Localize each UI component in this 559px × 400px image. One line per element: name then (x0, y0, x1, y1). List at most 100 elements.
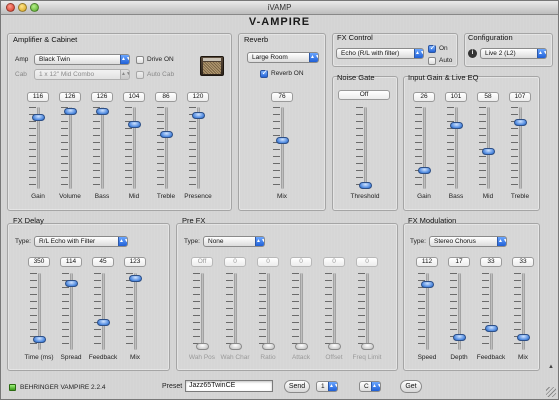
fader-knob[interactable] (421, 281, 434, 289)
scroll-up-icon[interactable]: ▲ (548, 364, 554, 370)
fx-on-checkbox[interactable] (428, 43, 436, 53)
value-box[interactable]: 104 (123, 92, 145, 102)
fader-knob[interactable] (262, 343, 275, 350)
fader-track[interactable] (201, 273, 204, 350)
value-box[interactable]: 350 (28, 257, 50, 267)
auto-cab-checkbox[interactable] (136, 71, 144, 79)
fader-knob[interactable] (196, 343, 209, 350)
fx-modulation-type-select[interactable]: Stereo Chorus ▲▼ (429, 236, 507, 247)
value-box[interactable]: 45 (92, 257, 114, 267)
value-box[interactable]: 126 (59, 92, 81, 102)
value-box[interactable]: 0 (323, 257, 345, 267)
resize-grip-icon[interactable] (546, 387, 556, 397)
value-box[interactable]: 112 (416, 257, 438, 267)
preset-name-field[interactable]: Jazz65TwinCE (185, 380, 273, 392)
fader-track[interactable] (197, 107, 200, 189)
noise-gate-value[interactable]: Off (338, 90, 390, 100)
fader-knob[interactable] (192, 111, 205, 119)
fader-knob[interactable] (359, 182, 372, 189)
fader-knob[interactable] (64, 107, 77, 115)
info-icon[interactable]: i (468, 49, 477, 58)
fader-track[interactable] (165, 107, 168, 189)
fader-track[interactable] (455, 107, 458, 189)
fader-knob[interactable] (97, 318, 110, 326)
value-box[interactable]: 33 (512, 257, 534, 267)
reverb-on-checkbox[interactable] (260, 68, 268, 78)
drive-on-checkbox[interactable] (136, 56, 144, 64)
value-box[interactable]: 114 (60, 257, 82, 267)
fader-knob[interactable] (482, 147, 495, 155)
fader-knob[interactable] (160, 131, 173, 138)
fader-label: Freq Limit (352, 354, 382, 361)
fader-knob[interactable] (361, 343, 374, 350)
fader-knob[interactable] (276, 137, 289, 144)
fader-knob[interactable] (450, 122, 463, 129)
fader-knob[interactable] (33, 336, 46, 343)
value-box[interactable]: 76 (271, 92, 293, 102)
device-label: BEHRINGER VAMPIRE 2.2.4 (20, 384, 106, 391)
pre-fx-title: Pre FX (182, 216, 206, 225)
value-box[interactable]: 116 (27, 92, 49, 102)
reverb-type-value: Large Room (252, 54, 288, 61)
value-box[interactable]: 17 (448, 257, 470, 267)
fader-knob[interactable] (328, 343, 341, 350)
value-box[interactable]: 0 (257, 257, 279, 267)
fader-knob[interactable] (517, 333, 530, 341)
value-box[interactable]: 26 (413, 92, 435, 102)
fader-track[interactable] (333, 273, 336, 350)
reverb-type-select[interactable]: Large Room ▲▼ (247, 52, 319, 63)
fader-knob[interactable] (129, 275, 142, 283)
fx-auto-checkbox[interactable] (428, 57, 436, 65)
fader-track[interactable] (281, 107, 284, 189)
fader-knob[interactable] (514, 119, 527, 126)
fader-knob[interactable] (128, 120, 141, 128)
value-box[interactable]: 123 (124, 257, 146, 267)
value-box[interactable]: 58 (477, 92, 499, 102)
chevron-updown-icon: ▲▼ (328, 382, 337, 391)
fader-track[interactable] (102, 273, 105, 350)
fader-track[interactable] (134, 273, 137, 350)
slot-select[interactable]: C ▲▼ (359, 381, 381, 392)
value-box[interactable]: 0 (224, 257, 246, 267)
fader-track[interactable] (133, 107, 136, 189)
fader-track[interactable] (490, 273, 493, 350)
configuration-value: Live 2 (L2) (485, 50, 516, 57)
connection-led-icon (9, 384, 16, 391)
pre-fx-type-select[interactable]: None ▲▼ (203, 236, 265, 247)
get-button[interactable]: Get (400, 380, 422, 393)
fader-knob[interactable] (295, 343, 308, 350)
value-box[interactable]: 86 (155, 92, 177, 102)
value-box[interactable]: 126 (91, 92, 113, 102)
value-box[interactable]: 0 (290, 257, 312, 267)
cabinet-select[interactable]: 1 x 12" Mid Combo ▲▼ (34, 69, 130, 80)
fader-track[interactable] (366, 273, 369, 350)
fader-scale (126, 273, 133, 350)
fader-knob[interactable] (229, 343, 242, 350)
fader-track[interactable] (423, 107, 426, 189)
amp-model-select[interactable]: Black Twin ▲▼ (34, 54, 130, 65)
fader-track[interactable] (364, 107, 367, 189)
value-box[interactable]: 101 (445, 92, 467, 102)
value-box[interactable]: 120 (187, 92, 209, 102)
value-box[interactable]: 107 (509, 92, 531, 102)
fx-delay-type-select[interactable]: R/L Echo with Filter ▲▼ (34, 236, 128, 247)
fader-knob[interactable] (453, 333, 466, 341)
value-box[interactable]: 0 (356, 257, 378, 267)
fader-knob[interactable] (65, 280, 78, 287)
value-box[interactable]: 33 (480, 257, 502, 267)
send-button[interactable]: Send (284, 380, 310, 393)
value-box[interactable]: Off (191, 257, 213, 267)
fx-on-label: On (439, 45, 448, 52)
fader-track[interactable] (101, 107, 104, 189)
bank-select[interactable]: 1 ▲▼ (316, 381, 338, 392)
fader-track[interactable] (69, 107, 72, 189)
fader-track[interactable] (300, 273, 303, 350)
fader-track[interactable] (234, 273, 237, 350)
fader-track[interactable] (267, 273, 270, 350)
fader-knob[interactable] (485, 324, 498, 332)
configuration-select[interactable]: Live 2 (L2) ▲▼ (480, 48, 547, 59)
fader-knob[interactable] (32, 113, 45, 121)
fader-knob[interactable] (96, 107, 109, 115)
fx-control-select[interactable]: Echo (R/L with filter) ▲▼ (336, 48, 424, 59)
fader-knob[interactable] (418, 167, 431, 174)
